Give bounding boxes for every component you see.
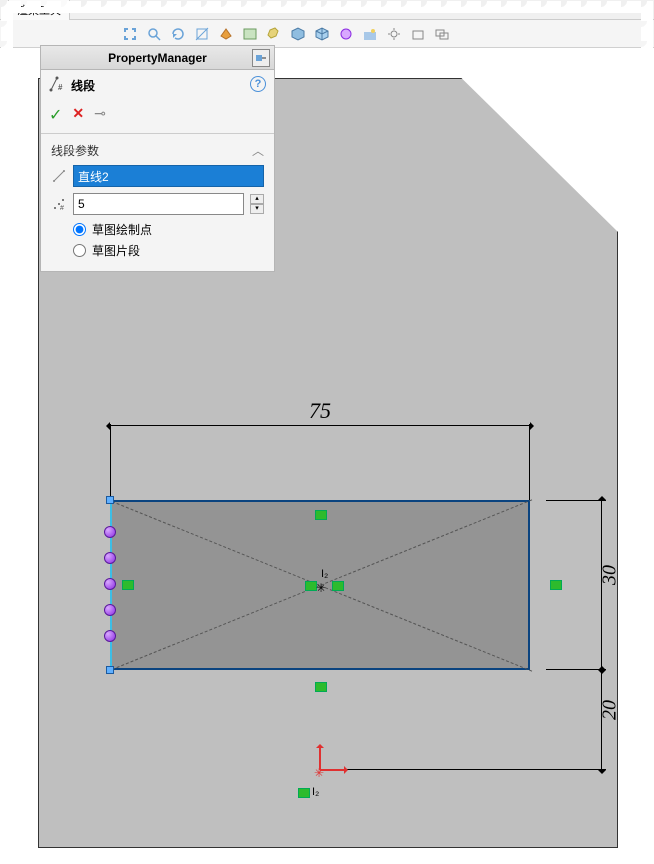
line-entity-icon (51, 168, 67, 184)
count-icon: # (51, 196, 67, 212)
pm-section-label: 线段参数 (51, 142, 99, 159)
horizontal-relation-icon[interactable] (315, 510, 327, 520)
pm-help-button[interactable]: ? (250, 76, 266, 92)
origin-mark-label: I₂ (312, 786, 319, 798)
pm-cancel-button[interactable]: ✕ (72, 105, 84, 125)
toolbar-settings-icon[interactable] (384, 24, 404, 44)
pm-feature-title: # 线段 ? (41, 70, 274, 101)
chevron-up-icon[interactable]: ︿ (252, 142, 264, 159)
toolbar-cube1-icon[interactable] (288, 24, 308, 44)
radio-sketch-segments-label: 草图片段 (92, 242, 140, 259)
spinner-down-icon[interactable]: ▾ (250, 204, 264, 214)
segment-count-input[interactable] (73, 193, 244, 215)
split-point[interactable] (104, 578, 116, 590)
horizontal-relation-icon[interactable] (315, 682, 327, 692)
origin-relation-icon[interactable] (298, 788, 310, 798)
dimension-width-value[interactable]: 75 (309, 398, 331, 424)
vertical-relation-icon[interactable] (122, 580, 134, 590)
radio-sketch-points-label: 草图绘制点 (92, 221, 152, 238)
toolbar-hide-icon[interactable] (264, 24, 284, 44)
dimension-height[interactable]: 30 (601, 500, 602, 670)
dimension-offset-value[interactable]: 20 (599, 700, 622, 720)
tab-render-tools[interactable]: 渲染工具 (8, 0, 70, 20)
entity-selection-input[interactable] (73, 165, 264, 187)
dimension-width[interactable]: 75 (110, 425, 530, 426)
midpoint-relation-icon[interactable] (332, 581, 344, 591)
count-spinner[interactable]: ▴▾ (250, 194, 264, 214)
radio-sketch-points[interactable]: 草图绘制点 (73, 221, 264, 238)
spinner-up-icon[interactable]: ▴ (250, 194, 264, 204)
coincident-icon: ✳ (316, 581, 327, 595)
toolbar-plane1-icon[interactable] (408, 24, 428, 44)
radio-sketch-segments-input[interactable] (73, 244, 86, 257)
svg-text:#: # (58, 83, 63, 92)
sketch-point[interactable] (106, 496, 114, 504)
dimension-height-value[interactable]: 30 (599, 565, 622, 585)
toolbar-zoom-fit-icon[interactable] (120, 24, 140, 44)
pm-ok-button[interactable]: ✓ (49, 105, 62, 125)
center-mark-label: I₂ (321, 568, 328, 580)
pm-feature-title-text: 线段 (71, 77, 95, 94)
segment-feature-icon: # (49, 76, 65, 95)
svg-text:#: # (60, 205, 64, 211)
property-manager-panel: PropertyManager # 线段 ? ✓ ✕ ⊸ 线段参数 ︿ # ▴▾… (40, 45, 275, 272)
split-point[interactable] (104, 604, 116, 616)
tab-bar: 渲染工具 (0, 0, 654, 20)
toolbar-prev-view-icon[interactable] (168, 24, 188, 44)
pm-header-title: PropertyManager (108, 51, 207, 65)
pm-confirm-bar: ✓ ✕ ⊸ (41, 101, 274, 134)
pm-pushpin-button[interactable]: ⊸ (94, 105, 106, 125)
toolbar-section-icon[interactable] (192, 24, 212, 44)
toolbar-zoom-area-icon[interactable] (144, 24, 164, 44)
split-point[interactable] (104, 630, 116, 642)
radio-sketch-points-input[interactable] (73, 223, 86, 236)
toolbar-orient-icon[interactable] (216, 24, 236, 44)
dimension-offset[interactable]: 20 (601, 670, 602, 770)
split-point[interactable] (104, 552, 116, 564)
toolbar-cube2-icon[interactable] (312, 24, 332, 44)
pm-header: PropertyManager (41, 46, 274, 70)
toolbar-scene-icon[interactable] (360, 24, 380, 44)
pm-section-header[interactable]: 线段参数 ︿ (51, 142, 264, 159)
view-toolbar (0, 20, 654, 48)
pm-pin-button[interactable] (252, 49, 270, 67)
split-point[interactable] (104, 526, 116, 538)
toolbar-plane2-icon[interactable] (432, 24, 452, 44)
radio-sketch-segments[interactable]: 草图片段 (73, 242, 264, 259)
toolbar-display-icon[interactable] (240, 24, 260, 44)
vertical-relation-icon[interactable] (550, 580, 562, 590)
sketch-point[interactable] (106, 666, 114, 674)
toolbar-appearance-icon[interactable] (336, 24, 356, 44)
pm-section-params: 线段参数 ︿ # ▴▾ 草图绘制点 草图片段 (41, 134, 274, 271)
